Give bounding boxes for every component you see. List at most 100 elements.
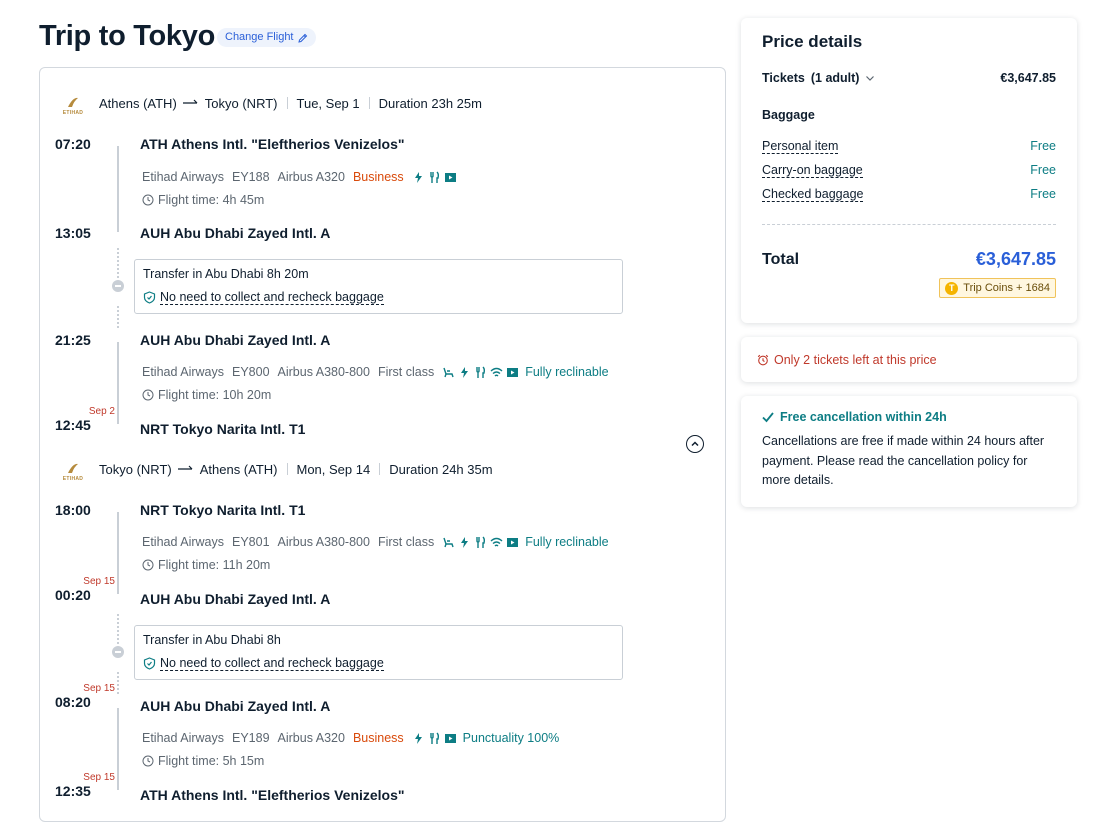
outbound-header: ETIHAD Athens (ATH) Tokyo (NRT) Tue, Sep… — [57, 90, 482, 117]
transfer-label: Transfer in Abu Dhabi 8h — [143, 633, 281, 647]
power-icon — [412, 171, 425, 184]
entertainment-icon — [506, 366, 519, 379]
wifi-icon — [490, 366, 503, 379]
departure-airport: AUH Abu Dhabi Zayed Intl. A — [140, 698, 331, 714]
transfer-label: Transfer in Abu Dhabi 8h 20m — [143, 267, 309, 281]
flight-duration: Flight time: 5h 15m — [142, 754, 264, 768]
flight-duration: Flight time: 10h 20m — [142, 388, 271, 402]
shield-icon — [143, 291, 156, 304]
departure-time: Sep 15 08:20 — [55, 683, 115, 710]
seat-icon — [442, 366, 455, 379]
tickets-left-alert: Only 2 tickets left at this price — [741, 337, 1077, 382]
departure-airport: NRT Tokyo Narita Intl. T1 — [140, 502, 306, 518]
tickets-row[interactable]: Tickets (1 adult) €3,647.85 — [762, 71, 1056, 85]
divider — [762, 224, 1056, 225]
shield-icon — [143, 657, 156, 670]
departure-airport: AUH Abu Dhabi Zayed Intl. A — [140, 332, 331, 348]
page-title: Trip to Tokyo — [39, 20, 216, 52]
entertainment-icon — [506, 536, 519, 549]
baggage-item: Carry-on baggage Free — [762, 163, 1056, 178]
coin-icon: T — [945, 281, 959, 295]
flight-duration: Flight time: 4h 45m — [142, 193, 264, 207]
arrow-right-icon — [182, 99, 198, 104]
meal-icon — [474, 366, 487, 379]
flight-number: EY800 — [231, 365, 270, 379]
chevron-down-icon — [866, 76, 875, 81]
alert-text: Only 2 tickets left at this price — [774, 352, 937, 367]
aircraft: Airbus A380-800 — [277, 365, 370, 379]
arrival-airport: AUH Abu Dhabi Zayed Intl. A — [140, 591, 331, 607]
cabin-class: First class — [377, 535, 435, 549]
transfer-info: Transfer in Abu Dhabi 8h No need to coll… — [134, 625, 623, 680]
collapse-button[interactable] — [686, 435, 704, 453]
power-icon — [458, 536, 471, 549]
cancellation-title: Free cancellation within 24h — [780, 410, 947, 424]
outbound-to: Tokyo (NRT) — [204, 95, 278, 111]
aircraft: Airbus A380-800 — [277, 535, 370, 549]
price-details-card: Price details Tickets (1 adult) €3,647.8… — [741, 18, 1077, 323]
baggage-list: Personal item Free Carry-on baggage Free… — [762, 139, 1056, 202]
arrival-time: Sep 15 00:20 — [55, 576, 115, 603]
baggage-item: Personal item Free — [762, 139, 1056, 154]
power-icon — [458, 366, 471, 379]
baggage-note[interactable]: No need to collect and recheck baggage — [160, 290, 384, 305]
entertainment-icon — [444, 171, 457, 184]
trip-coins-badge: T Trip Coins + 1684 — [939, 278, 1056, 298]
clock-icon — [142, 194, 154, 206]
clock-icon — [142, 559, 154, 571]
meal-icon — [428, 732, 441, 745]
baggage-value: Free — [1030, 139, 1056, 153]
baggage-value: Free — [1030, 163, 1056, 177]
departure-time: 07:20 — [55, 136, 91, 152]
seat-feature: Fully reclinable — [525, 535, 609, 549]
arrow-right-icon — [177, 465, 193, 470]
arrival-time: 13:05 — [55, 225, 91, 241]
change-flight-button[interactable]: Change Flight — [217, 28, 316, 47]
clock-icon — [142, 389, 154, 401]
departure-date: Sep 15 — [83, 683, 115, 694]
flight-info: Etihad Airways EY800 Airbus A380-800 Fir… — [142, 365, 617, 379]
seat-feature: Fully reclinable — [525, 365, 609, 379]
price-details-title: Price details — [762, 32, 863, 51]
punctuality: Punctuality 100% — [462, 731, 560, 745]
arrival-time: Sep 2 12:45 — [55, 406, 115, 433]
arrival-time: Sep 15 12:35 — [55, 772, 115, 799]
arrival-airport: NRT Tokyo Narita Intl. T1 — [140, 421, 306, 437]
trip-coins-text: Trip Coins + 1684 — [963, 282, 1050, 294]
aircraft: Airbus A320 — [277, 170, 345, 184]
outbound-from: Athens (ATH) — [99, 95, 177, 111]
arrival-airport: AUH Abu Dhabi Zayed Intl. A — [140, 225, 331, 241]
change-flight-label: Change Flight — [225, 31, 294, 43]
flight-duration: Flight time: 11h 20m — [142, 558, 270, 572]
aircraft: Airbus A320 — [277, 731, 345, 745]
baggage-item: Checked baggage Free — [762, 187, 1056, 202]
tickets-price: €3,647.85 — [1000, 71, 1056, 85]
arrival-date: Sep 15 — [83, 772, 115, 783]
flight-number: EY801 — [231, 535, 270, 549]
alarm-icon — [757, 354, 769, 365]
baggage-label[interactable]: Checked baggage — [762, 187, 864, 202]
check-icon — [762, 412, 774, 423]
total-price: €3,647.85 — [975, 249, 1056, 269]
airline-name: Etihad Airways — [142, 731, 224, 745]
baggage-note[interactable]: No need to collect and recheck baggage — [160, 656, 384, 671]
outbound-date: Tue, Sep 1 — [296, 95, 360, 111]
transfer-icon — [112, 280, 124, 292]
meal-icon — [428, 171, 441, 184]
return-to: Athens (ATH) — [199, 461, 278, 477]
tickets-count: (1 adult) — [810, 71, 860, 85]
arrival-airport: ATH Athens Intl. "Eleftherios Venizelos" — [140, 787, 405, 803]
departure-time: 21:25 — [55, 332, 91, 348]
itinerary-card: ETIHAD Athens (ATH) Tokyo (NRT) Tue, Sep… — [39, 67, 726, 822]
return-date: Mon, Sep 14 — [296, 461, 371, 477]
baggage-label[interactable]: Personal item — [762, 139, 839, 154]
airline-logo: ETIHAD — [57, 456, 89, 482]
power-icon — [412, 732, 425, 745]
baggage-label[interactable]: Carry-on baggage — [762, 163, 863, 178]
flight-info: Etihad Airways EY188 Airbus A320 Busines… — [142, 170, 460, 184]
cabin-class: First class — [377, 365, 435, 379]
baggage-heading: Baggage — [762, 108, 815, 122]
total-row: Total €3,647.85 — [762, 249, 1056, 270]
return-header: ETIHAD Tokyo (NRT) Athens (ATH) Mon, Sep… — [57, 456, 493, 483]
entertainment-icon — [444, 732, 457, 745]
